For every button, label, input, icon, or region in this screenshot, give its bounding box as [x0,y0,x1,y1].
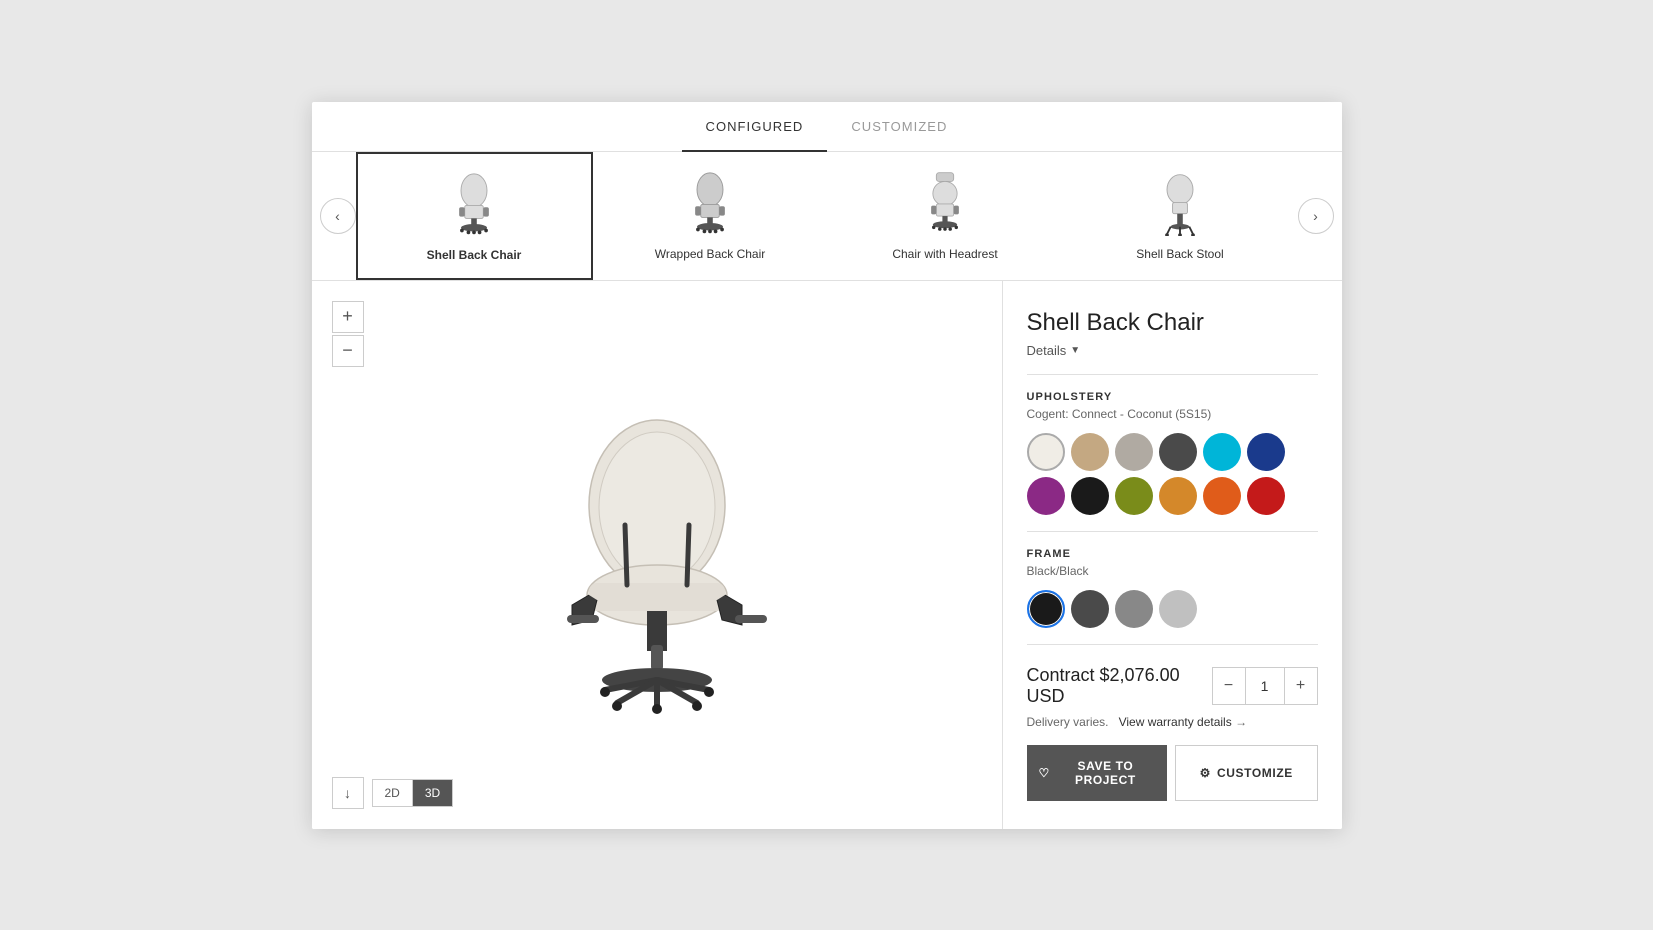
chair-main-image [517,395,797,715]
view-2d-button[interactable]: 2D [373,780,413,806]
tab-configured[interactable]: CONFIGURED [682,103,828,152]
frame-swatch-dark-gray[interactable] [1071,590,1109,628]
upholstery-label: UPHOLSTERY [1027,391,1318,403]
view-panel: + − [312,281,1002,829]
frame-label: FRAME [1027,548,1318,560]
swatch-olive[interactable] [1115,477,1153,515]
qty-increase-button[interactable]: + [1285,668,1317,704]
swatch-blue[interactable] [1247,433,1285,471]
save-label: SAVE TO PROJECT [1056,759,1155,787]
upholstery-swatches [1027,433,1318,515]
carousel-item-label-1: Wrapped Back Chair [655,247,766,261]
main-content: + − [312,281,1342,829]
customize-icon: ⚙ [1200,766,1211,780]
carousel-item-label-2: Chair with Headrest [892,247,997,261]
heart-icon: ♡ [1039,766,1050,780]
swatch-orange[interactable] [1203,477,1241,515]
carousel-item-image-3 [1145,169,1215,239]
carousel-item-image-2 [910,169,980,239]
carousel-item-label-3: Shell Back Stool [1136,247,1223,261]
frame-swatches [1027,590,1318,628]
qty-decrease-button[interactable]: − [1213,668,1245,704]
swatch-gray-light[interactable] [1115,433,1153,471]
frame-swatch-gray[interactable] [1115,590,1153,628]
upholstery-value: Cogent: Connect - Coconut (5S15) [1027,407,1318,421]
carousel-item-image-0 [439,170,509,240]
carousel-item-shell-back-chair[interactable]: Shell Back Chair [356,152,593,280]
swatch-black[interactable] [1071,477,1109,515]
carousel-items-list: Shell Back Chair [356,152,1298,280]
details-link[interactable]: Details ▼ [1027,343,1318,358]
details-chevron-icon: ▼ [1070,345,1080,356]
view-3d-button[interactable]: 3D [413,780,452,806]
swatch-coconut[interactable] [1027,433,1065,471]
view-controls: ↓ 2D 3D [332,777,454,809]
zoom-controls: + − [332,301,364,367]
product-carousel: ‹ [312,152,1342,281]
config-panel: Shell Back Chair Details ▼ UPHOLSTERY Co… [1002,281,1342,829]
swatch-charcoal[interactable] [1159,433,1197,471]
frame-swatch-black[interactable] [1027,590,1065,628]
carousel-item-image-1 [675,169,745,239]
tab-customized[interactable]: CUSTOMIZED [827,103,971,152]
frame-swatch-light-gray[interactable] [1159,590,1197,628]
swatch-cyan[interactable] [1203,433,1241,471]
swatch-tan[interactable] [1071,433,1109,471]
product-title: Shell Back Chair [1027,309,1318,337]
download-icon: ↓ [344,785,351,801]
app-container: CONFIGURED CUSTOMIZED ‹ [312,102,1342,829]
qty-value: 1 [1245,668,1285,704]
customize-button[interactable]: ⚙ CUSTOMIZE [1175,745,1318,801]
download-button[interactable]: ↓ [332,777,364,809]
warranty-link[interactable]: View warranty details [1119,715,1232,729]
carousel-item-shell-back-stool[interactable]: Shell Back Stool [1063,152,1298,280]
delivery-text: Delivery varies. View warranty details → [1027,715,1318,729]
swatch-orange-light[interactable] [1159,477,1197,515]
customize-label: CUSTOMIZE [1217,766,1293,780]
price-divider [1027,644,1318,645]
swatch-purple[interactable] [1027,477,1065,515]
contract-price: Contract $2,076.00 USD [1027,665,1212,707]
quantity-control: − 1 + [1212,667,1318,705]
tabs-bar: CONFIGURED CUSTOMIZED [312,102,1342,152]
carousel-item-chair-headrest[interactable]: Chair with Headrest [828,152,1063,280]
frame-section: FRAME Black/Black [1027,548,1318,628]
upholstery-section: UPHOLSTERY Cogent: Connect - Coconut (5S… [1027,391,1318,515]
upholstery-divider [1027,374,1318,375]
carousel-item-label-0: Shell Back Chair [427,248,522,262]
carousel-item-wrapped-back-chair[interactable]: Wrapped Back Chair [593,152,828,280]
frame-value: Black/Black [1027,564,1318,578]
swatch-red[interactable] [1247,477,1285,515]
carousel-prev-button[interactable]: ‹ [320,198,356,234]
warranty-arrow-icon: → [1235,715,1247,729]
zoom-in-button[interactable]: + [332,301,364,333]
zoom-out-button[interactable]: − [332,335,364,367]
action-buttons: ♡ SAVE TO PROJECT ⚙ CUSTOMIZE [1027,745,1318,801]
frame-divider [1027,531,1318,532]
view-toggle: 2D 3D [372,779,454,807]
price-qty-row: Contract $2,076.00 USD − 1 + [1027,665,1318,707]
details-label: Details [1027,343,1067,358]
carousel-next-button[interactable]: › [1298,198,1334,234]
save-to-project-button[interactable]: ♡ SAVE TO PROJECT [1027,745,1168,801]
